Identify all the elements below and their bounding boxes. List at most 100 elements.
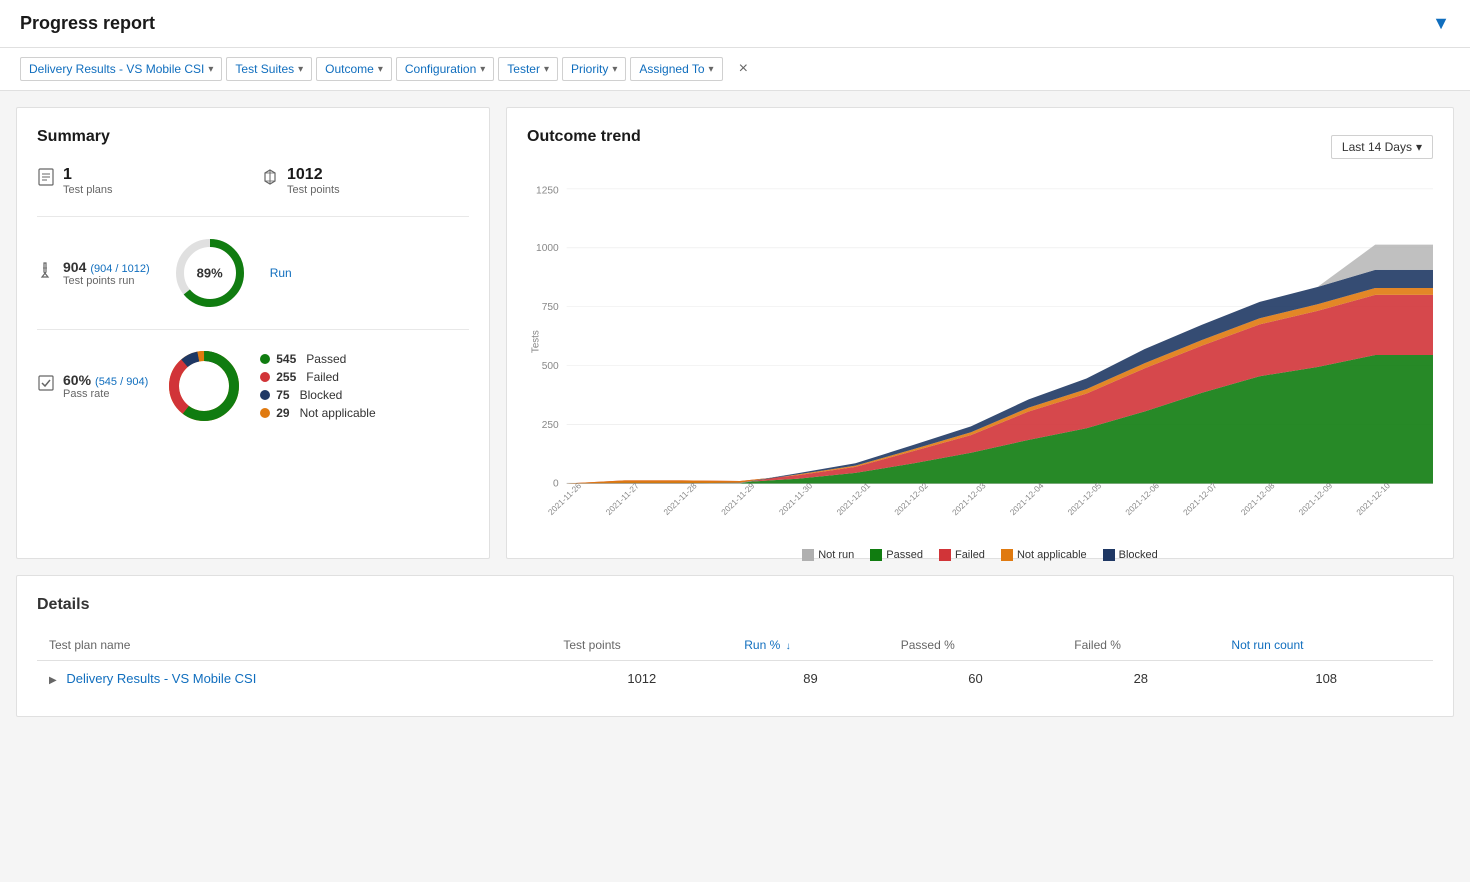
pass-rate-sub: (545 / 904) xyxy=(95,376,148,388)
col-passed-pct-label: Passed % xyxy=(901,638,955,652)
legend-not-applicable-chart: Not applicable xyxy=(1001,549,1087,561)
col-test-points: Test points xyxy=(551,630,732,661)
col-test-plan-name: Test plan name xyxy=(37,630,551,661)
chevron-down-icon: ▾ xyxy=(208,64,213,75)
page-title: Progress report xyxy=(20,13,155,34)
filter-outcome[interactable]: Outcome ▾ xyxy=(316,57,392,81)
filter-delivery-results-label: Delivery Results - VS Mobile CSI xyxy=(29,62,204,76)
svg-text:250: 250 xyxy=(542,420,559,431)
col-failed-pct-label: Failed % xyxy=(1074,638,1121,652)
failed-dot xyxy=(260,372,270,382)
not-run-label: Not run xyxy=(818,549,854,561)
pass-rate-section: 60% (545 / 904) Pass rate xyxy=(37,346,469,426)
passed-chart-label: Passed xyxy=(886,549,923,561)
chart-legend: Not run Passed Failed Not applicable xyxy=(527,549,1433,561)
pass-rate-main: 60% xyxy=(63,372,91,388)
test-plans-stat: 1 Test plans xyxy=(37,166,245,196)
not-applicable-label: Not applicable xyxy=(300,406,376,420)
failed-count: 255 xyxy=(276,370,296,384)
filter-test-suites[interactable]: Test Suites ▾ xyxy=(226,57,312,81)
passed-pct-cell: 60 xyxy=(889,661,1063,697)
filter-test-suites-label: Test Suites xyxy=(235,62,294,76)
outcome-trend-card: Outcome trend Last 14 Days ▾ 1250 1000 7… xyxy=(506,107,1454,559)
col-passed-pct: Passed % xyxy=(889,630,1063,661)
run-link[interactable]: Run xyxy=(270,266,292,280)
test-plans-label: Test plans xyxy=(63,184,113,196)
blocked-label: Blocked xyxy=(300,388,343,402)
chevron-down-icon: ▾ xyxy=(544,64,549,75)
passed-dot xyxy=(260,354,270,364)
run-pct-cell: 89 xyxy=(732,661,888,697)
svg-text:2021-12-06: 2021-12-06 xyxy=(1123,480,1161,517)
test-tube-icon xyxy=(37,261,55,282)
summary-stats-grid: 1 Test plans 1012 xyxy=(37,166,469,196)
filter-icon[interactable]: ▼ xyxy=(1432,13,1450,34)
filter-tester[interactable]: Tester ▾ xyxy=(498,57,558,81)
run-progress-wrap: 89% Run xyxy=(170,233,292,313)
pass-rate-donut xyxy=(164,346,244,426)
col-test-points-label: Test points xyxy=(563,638,620,652)
filter-priority[interactable]: Priority ▾ xyxy=(562,57,626,81)
filter-configuration-label: Configuration xyxy=(405,62,476,76)
failed-pct-cell: 28 xyxy=(1062,661,1219,697)
col-not-run-count: Not run count xyxy=(1219,630,1433,661)
chevron-down-icon: ▾ xyxy=(480,64,485,75)
legend-blocked: 75 Blocked xyxy=(260,388,375,402)
blocked-count: 75 xyxy=(276,388,289,402)
test-points-label: Test points xyxy=(287,184,340,196)
svg-text:2021-12-03: 2021-12-03 xyxy=(950,480,988,517)
svg-text:1000: 1000 xyxy=(536,243,559,254)
svg-text:2021-12-04: 2021-12-04 xyxy=(1008,480,1046,517)
test-points-run-label: Test points run xyxy=(63,275,150,287)
page-header: Progress report ▼ xyxy=(0,0,1470,48)
filter-configuration[interactable]: Configuration ▾ xyxy=(396,57,494,81)
blocked-dot xyxy=(260,390,270,400)
table-row: ▶ Delivery Results - VS Mobile CSI 1012 … xyxy=(37,661,1433,697)
table-header: Test plan name Test points Run % ↓ Passe… xyxy=(37,630,1433,661)
passed-color xyxy=(870,549,882,561)
not-applicable-dot xyxy=(260,408,270,418)
not-run-count-cell: 108 xyxy=(1219,661,1433,697)
passed-count: 545 xyxy=(276,352,296,366)
svg-text:2021-12-10: 2021-12-10 xyxy=(1354,480,1392,517)
not-run-color xyxy=(802,549,814,561)
plan-name-link[interactable]: Delivery Results - VS Mobile CSI xyxy=(66,671,256,686)
blocked-color xyxy=(1103,549,1115,561)
failed-color xyxy=(939,549,951,561)
svg-text:2021-12-01: 2021-12-01 xyxy=(834,480,872,517)
legend-not-run: Not run xyxy=(802,549,854,561)
svg-text:2021-12-08: 2021-12-08 xyxy=(1239,480,1277,517)
svg-text:2021-12-09: 2021-12-09 xyxy=(1296,480,1334,517)
filter-delivery-results[interactable]: Delivery Results - VS Mobile CSI ▾ xyxy=(20,57,222,81)
outcome-trend-title: Outcome trend xyxy=(527,128,641,146)
col-run-pct[interactable]: Run % ↓ xyxy=(732,630,888,661)
test-points-stat: 1012 Test points xyxy=(261,166,469,196)
passed-label: Passed xyxy=(306,352,346,366)
run-pct-label: 89% xyxy=(197,266,223,281)
test-points-run-stat: 904 (904 / 1012) Test points run xyxy=(37,259,150,287)
svg-text:2021-11-28: 2021-11-28 xyxy=(661,481,699,517)
svg-text:2021-11-30: 2021-11-30 xyxy=(777,481,815,517)
svg-text:0: 0 xyxy=(553,479,559,490)
outcome-chart: 1250 1000 750 500 250 0 xyxy=(527,178,1433,538)
chevron-down-icon: ▾ xyxy=(709,64,714,75)
svg-text:Tests: Tests xyxy=(530,330,541,353)
date-range-button[interactable]: Last 14 Days ▾ xyxy=(1331,135,1433,159)
filter-assigned-to[interactable]: Assigned To ▾ xyxy=(630,57,722,81)
test-points-run-section: 904 (904 / 1012) Test points run xyxy=(37,233,469,313)
col-not-run-count-label: Not run count xyxy=(1231,638,1303,652)
col-test-plan-name-label: Test plan name xyxy=(49,638,130,652)
test-plans-icon xyxy=(37,168,55,191)
main-content: Summary 1 Test plans xyxy=(0,91,1470,733)
svg-text:500: 500 xyxy=(542,361,559,372)
summary-card: Summary 1 Test plans xyxy=(16,107,490,559)
chevron-down-icon: ▾ xyxy=(1416,140,1422,154)
expand-icon[interactable]: ▶ xyxy=(49,675,57,686)
close-icon[interactable]: × xyxy=(731,56,756,82)
test-points-run-main: 904 xyxy=(63,259,86,275)
legend-failed-chart: Failed xyxy=(939,549,985,561)
svg-text:2021-11-26: 2021-11-26 xyxy=(546,481,584,517)
sort-arrow-icon: ↓ xyxy=(786,641,791,652)
failed-chart-label: Failed xyxy=(955,549,985,561)
blocked-chart-label: Blocked xyxy=(1119,549,1158,561)
